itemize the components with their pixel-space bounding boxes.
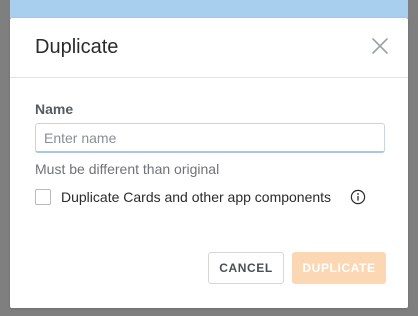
name-input[interactable] [35, 123, 385, 153]
close-icon [372, 38, 388, 54]
cancel-button[interactable]: CANCEL [208, 252, 284, 284]
name-label: Name [35, 101, 74, 117]
duplicate-components-checkbox[interactable] [35, 189, 51, 205]
close-button[interactable] [368, 34, 392, 58]
duplicate-dialog: Duplicate Name Must be different than or… [10, 18, 408, 308]
duplicate-components-label[interactable]: Duplicate Cards and other app components [61, 188, 331, 206]
dialog-title: Duplicate [35, 36, 119, 58]
background-header-strip [10, 0, 408, 18]
dialog-header: Duplicate [10, 18, 408, 78]
info-icon[interactable] [350, 189, 366, 205]
name-hint: Must be different than original [35, 161, 220, 177]
duplicate-button[interactable]: DUPLICATE [292, 252, 386, 284]
